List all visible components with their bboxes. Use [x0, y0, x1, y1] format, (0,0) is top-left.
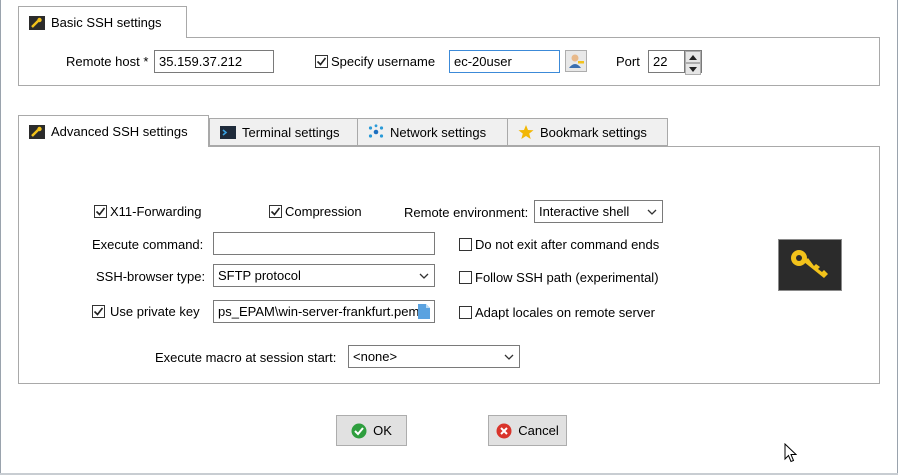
specify-username-label: Specify username [331, 54, 436, 69]
compression-label: Compression [285, 204, 362, 219]
execute-macro-label: Execute macro at session start: [155, 350, 337, 365]
tab-basic-ssh[interactable]: Basic SSH settings [18, 6, 187, 38]
x11-forwarding-row[interactable]: X11-Forwarding [94, 204, 202, 219]
compression-checkbox[interactable] [269, 205, 282, 218]
adapt-locales-checkbox[interactable] [459, 306, 472, 319]
window-left-border [0, 0, 1, 475]
tab-network-label: Network settings [390, 124, 487, 140]
tab-terminal[interactable]: Terminal settings [209, 118, 358, 146]
x11-forwarding-label: X11-Forwarding [110, 204, 202, 219]
spin-down-icon[interactable] [685, 63, 701, 75]
use-private-key-row[interactable]: Use private key [92, 304, 200, 319]
username-input[interactable]: ec-20user [449, 50, 560, 73]
cancel-button-label: Cancel [518, 423, 559, 438]
star-icon [518, 125, 534, 139]
execute-command-input[interactable] [213, 232, 435, 255]
ssh-browser-type-label: SSH-browser type: [96, 269, 206, 284]
execute-macro-select[interactable]: <none> [348, 345, 520, 368]
ok-button-label: OK [373, 423, 392, 438]
follow-ssh-path-row[interactable]: Follow SSH path (experimental) [459, 270, 659, 285]
do-not-exit-checkbox[interactable] [459, 238, 472, 251]
chevron-down-icon [419, 273, 429, 279]
use-private-key-checkbox[interactable] [92, 305, 105, 318]
follow-ssh-path-checkbox[interactable] [459, 271, 472, 284]
cancel-button[interactable]: Cancel [488, 415, 567, 446]
ssh-browser-type-select[interactable]: SFTP protocol [213, 264, 435, 287]
execute-command-label: Execute command: [92, 237, 204, 252]
use-private-key-label: Use private key [110, 304, 200, 319]
chevron-down-icon [504, 354, 514, 360]
do-not-exit-row[interactable]: Do not exit after command ends [459, 237, 659, 252]
remote-environment-label: Remote environment: [404, 205, 529, 220]
tab-advanced-ssh[interactable]: Advanced SSH settings [18, 115, 209, 147]
adapt-locales-row[interactable]: Adapt locales on remote server [459, 305, 655, 320]
wrench-icon [29, 15, 45, 30]
ssh-browser-type-value: SFTP protocol [218, 268, 301, 283]
cancel-icon [496, 423, 512, 438]
port-label: Port [616, 54, 640, 69]
compression-row[interactable]: Compression [269, 204, 362, 219]
mouse-cursor-icon [784, 442, 798, 466]
port-input[interactable]: 22 [648, 50, 686, 73]
chevron-down-icon [647, 209, 657, 215]
remote-environment-value: Interactive shell [539, 204, 630, 219]
network-icon [368, 124, 384, 139]
remote-host-input[interactable]: 35.159.37.212 [154, 50, 274, 73]
tab-advanced-label: Advanced SSH settings [51, 124, 188, 139]
remote-host-label: Remote host * [66, 54, 149, 69]
file-browse-icon[interactable] [418, 304, 430, 319]
checkmark-icon [351, 423, 367, 438]
specify-username-checkbox-row[interactable]: Specify username [315, 54, 435, 69]
private-key-path-input[interactable]: ps_EPAM\win-server-frankfurt.pem [213, 300, 435, 323]
follow-ssh-path-label: Follow SSH path (experimental) [475, 270, 659, 285]
tab-bookmark-label: Bookmark settings [540, 124, 647, 140]
terminal-icon [220, 125, 236, 139]
wrench-icon [29, 124, 45, 139]
key-badge [778, 239, 842, 291]
tab-bookmark[interactable]: Bookmark settings [507, 118, 668, 146]
tab-terminal-label: Terminal settings [242, 124, 340, 140]
spin-up-icon[interactable] [685, 51, 701, 63]
execute-macro-value: <none> [353, 349, 398, 364]
adapt-locales-label: Adapt locales on remote server [475, 305, 655, 320]
user-picker-button[interactable] [565, 50, 587, 72]
user-icon [569, 54, 584, 68]
remote-environment-select[interactable]: Interactive shell [534, 200, 663, 223]
ok-button[interactable]: OK [336, 415, 407, 446]
specify-username-checkbox[interactable] [315, 55, 328, 68]
tab-network[interactable]: Network settings [357, 118, 508, 146]
x11-forwarding-checkbox[interactable] [94, 205, 107, 218]
port-spinner[interactable] [684, 50, 702, 75]
key-icon [791, 250, 828, 278]
tab-basic-ssh-label: Basic SSH settings [51, 15, 162, 30]
do-not-exit-label: Do not exit after command ends [475, 237, 660, 252]
